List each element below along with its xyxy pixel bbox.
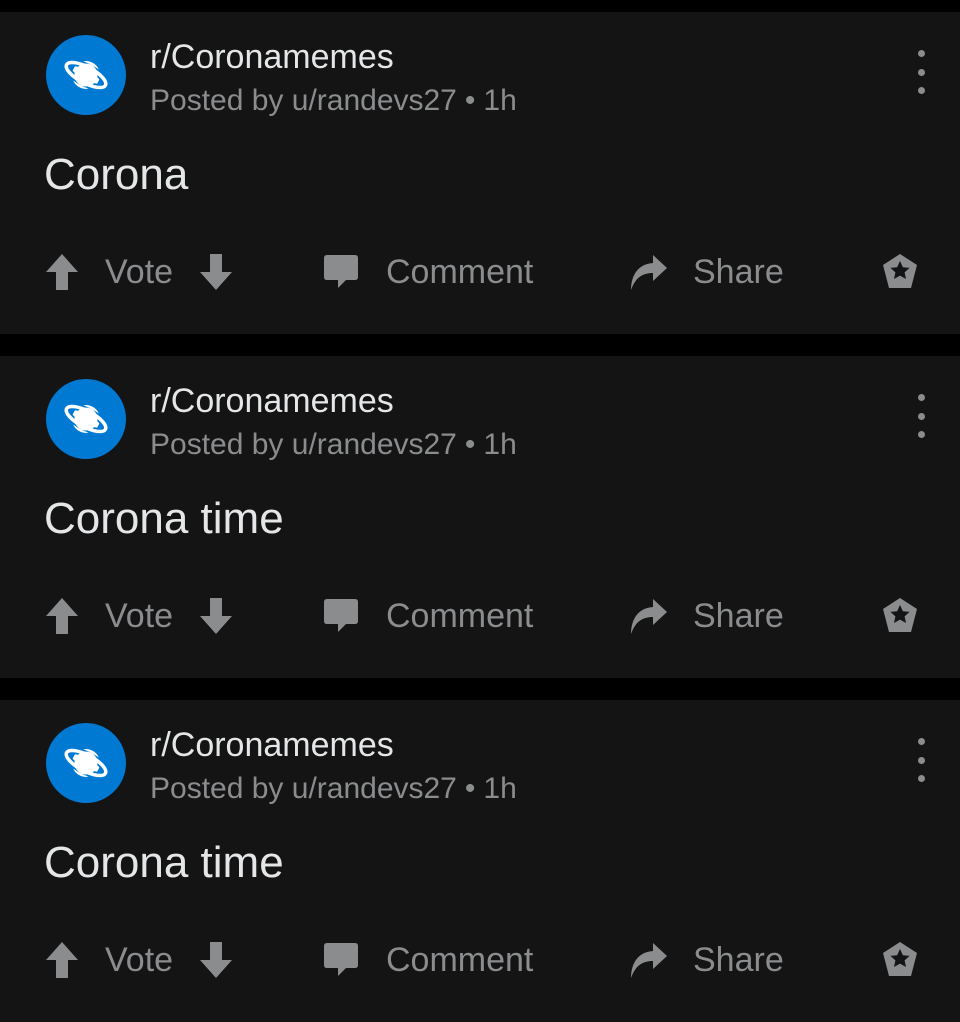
share-label: Share — [693, 596, 784, 635]
subreddit-name[interactable]: r/Coronamemes — [150, 38, 394, 77]
speech-bubble-icon — [324, 599, 358, 632]
vote-label: Vote — [105, 252, 174, 291]
vote-label: Vote — [105, 596, 174, 635]
comment-label: Comment — [386, 940, 534, 979]
subreddit-avatar[interactable] — [46, 379, 126, 459]
comment-label: Comment — [386, 596, 534, 635]
post-card[interactable]: r/Coronamemes Posted by u/randevs27 • 1h C… — [0, 356, 960, 678]
post-title[interactable]: Corona time — [44, 494, 284, 544]
more-dot — [917, 87, 925, 94]
post-title[interactable]: Corona time — [44, 838, 284, 888]
vote-group: Vote — [44, 244, 234, 300]
planet-icon — [62, 402, 110, 436]
more-vertical-icon — [917, 50, 925, 57]
planet-icon — [62, 58, 110, 92]
vote-group: Vote — [44, 932, 234, 988]
arrow-up-icon[interactable] — [44, 596, 80, 636]
vote-group: Vote — [44, 588, 234, 644]
post-age: 1h — [483, 428, 517, 461]
post-meta: Posted by u/randevs27 • 1h — [150, 772, 517, 806]
award-icon — [883, 942, 917, 976]
post-card[interactable]: r/Coronamemes Posted by u/randevs27 • 1h C… — [0, 12, 960, 334]
post-age: 1h — [483, 84, 517, 117]
more-dot — [917, 431, 925, 438]
share-arrow-icon — [631, 599, 667, 634]
share-button[interactable]: Share — [627, 932, 784, 988]
more-dot — [917, 775, 925, 782]
more-dot — [917, 756, 925, 764]
award-button[interactable] — [880, 588, 920, 644]
share-arrow-icon — [631, 943, 667, 978]
share-label: Share — [693, 940, 784, 979]
post-meta: Posted by u/randevs27 • 1h — [150, 84, 517, 118]
post-meta: Posted by u/randevs27 • 1h — [150, 428, 517, 462]
post-actions: Vote Comment Share — [0, 932, 960, 988]
vote-label: Vote — [105, 940, 174, 979]
subreddit-avatar[interactable] — [46, 723, 126, 803]
posted-by[interactable]: Posted by u/randevs27 — [150, 84, 457, 117]
planet-icon — [62, 746, 110, 780]
arrow-down-icon[interactable] — [198, 252, 234, 292]
more-vertical-icon — [917, 738, 925, 745]
arrow-up-icon[interactable] — [44, 252, 80, 292]
meta-separator: • — [464, 772, 476, 805]
award-icon — [883, 598, 917, 632]
subreddit-name[interactable]: r/Coronamemes — [150, 726, 394, 765]
post-feed: r/Coronamemes Posted by u/randevs27 • 1h C… — [0, 0, 960, 1022]
subreddit-name[interactable]: r/Coronamemes — [150, 382, 394, 421]
posted-by[interactable]: Posted by u/randevs27 — [150, 772, 457, 805]
more-options-button[interactable] — [906, 738, 936, 782]
meta-separator: • — [464, 84, 476, 117]
post-card[interactable]: r/Coronamemes Posted by u/randevs27 • 1h C… — [0, 700, 960, 1022]
share-arrow-icon — [631, 255, 667, 290]
arrow-down-icon[interactable] — [198, 940, 234, 980]
share-label: Share — [693, 252, 784, 291]
post-title[interactable]: Corona — [44, 150, 188, 200]
post-actions: Vote Comment Share — [0, 588, 960, 644]
post-age: 1h — [483, 772, 517, 805]
speech-bubble-icon — [324, 943, 358, 976]
post-actions: Vote Comment Share — [0, 244, 960, 300]
more-dot — [917, 412, 925, 420]
comment-button[interactable]: Comment — [322, 932, 533, 988]
share-button[interactable]: Share — [627, 588, 784, 644]
comment-button[interactable]: Comment — [322, 244, 533, 300]
speech-bubble-icon — [324, 255, 358, 288]
share-button[interactable]: Share — [627, 244, 784, 300]
more-vertical-icon — [917, 394, 925, 401]
comment-label: Comment — [386, 252, 534, 291]
meta-separator: • — [464, 428, 476, 461]
more-options-button[interactable] — [906, 50, 936, 94]
award-icon — [883, 254, 917, 288]
more-options-button[interactable] — [906, 394, 936, 438]
award-button[interactable] — [880, 244, 920, 300]
arrow-up-icon[interactable] — [44, 940, 80, 980]
more-dot — [917, 68, 925, 76]
award-button[interactable] — [880, 932, 920, 988]
arrow-down-icon[interactable] — [198, 596, 234, 636]
subreddit-avatar[interactable] — [46, 35, 126, 115]
comment-button[interactable]: Comment — [322, 588, 533, 644]
posted-by[interactable]: Posted by u/randevs27 — [150, 428, 457, 461]
